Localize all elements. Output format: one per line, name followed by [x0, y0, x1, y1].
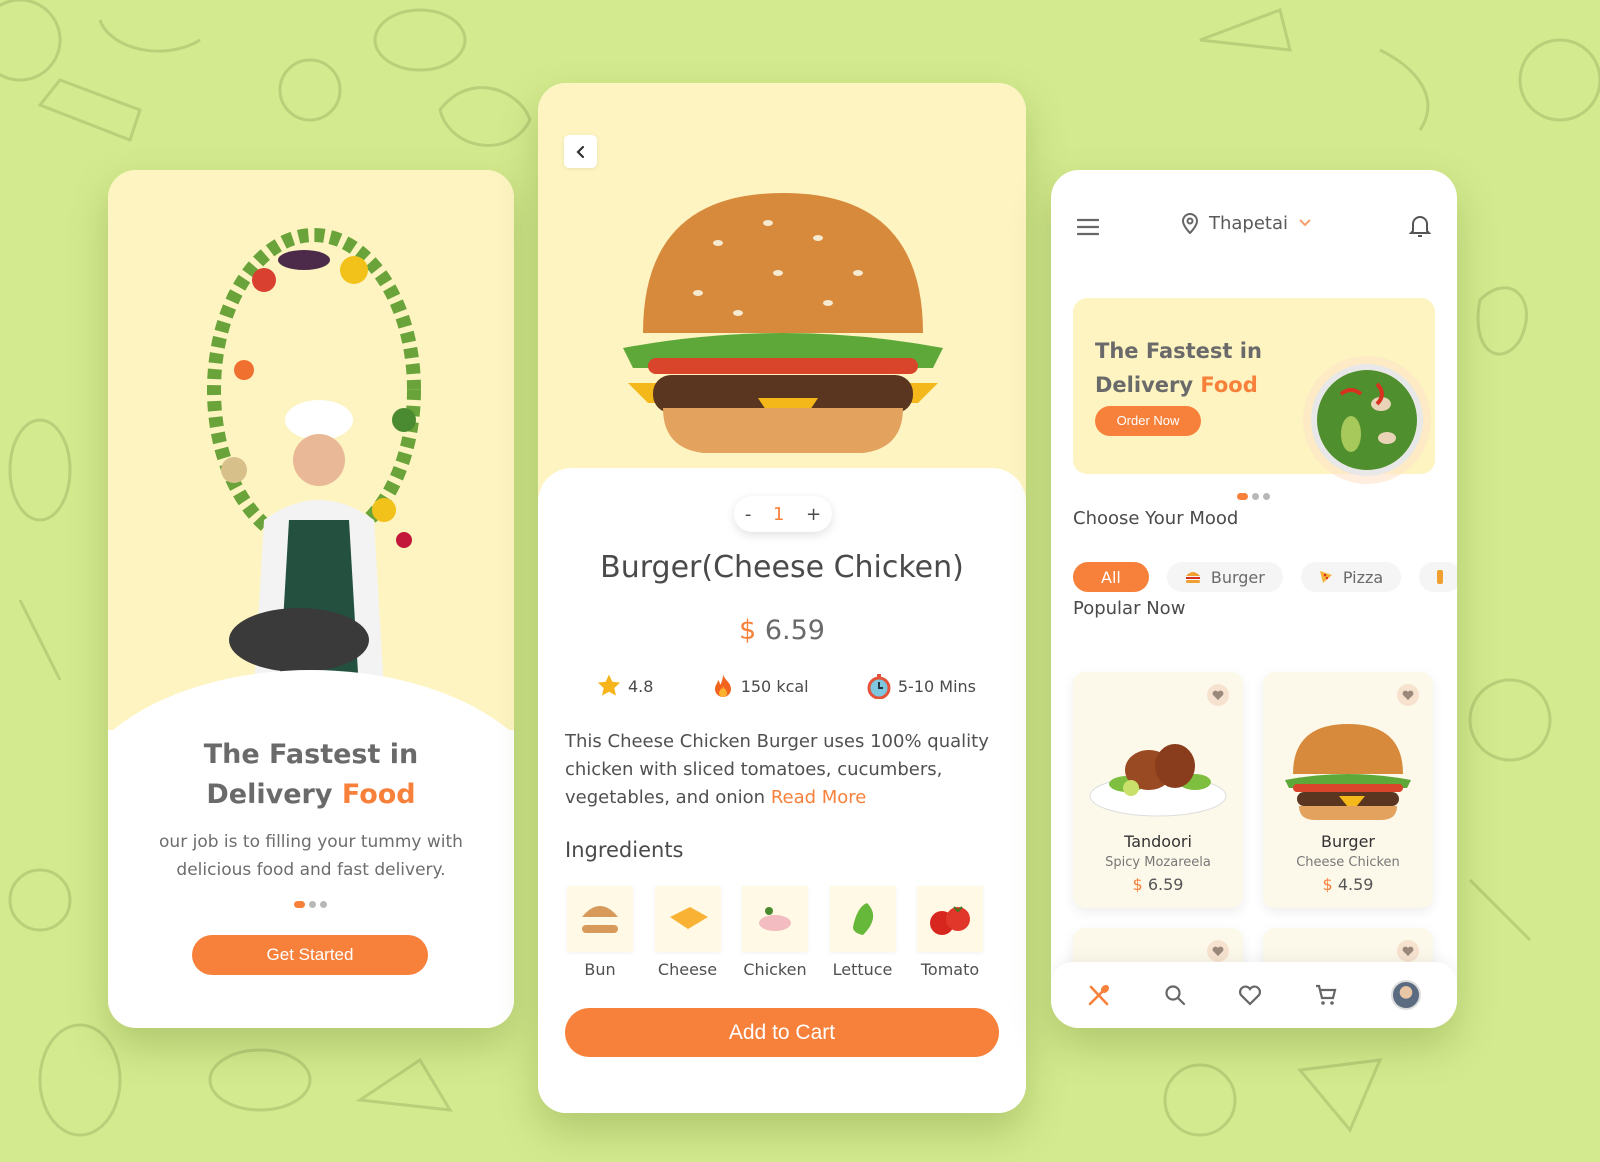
promo-banner[interactable]: The Fastest in Delivery Food Order Now	[1073, 298, 1435, 484]
product-hero	[538, 83, 1026, 503]
onboarding-subtitle: our job is to filling your tummy with de…	[159, 832, 463, 880]
ingredients-list: Bun Cheese Chicken Lettuce Tomato	[565, 886, 985, 979]
location-selector[interactable]: Thapetai	[1181, 212, 1312, 234]
banner-title: The Fastest in Delivery Food	[1095, 339, 1262, 397]
salad-bowl-image	[1303, 356, 1431, 484]
product-detail-screen: - 1 + Burger(Cheese Chicken) $ 6.59 4.8 …	[538, 83, 1026, 1113]
ingredient-item[interactable]: Cheese	[653, 886, 723, 979]
hamburger-menu-icon[interactable]	[1077, 218, 1099, 236]
heart-icon	[1402, 690, 1414, 700]
food-price: $ 6.59	[1132, 875, 1184, 894]
quantity-stepper[interactable]: - 1 +	[734, 496, 832, 532]
rating-stat: 4.8	[596, 673, 653, 699]
location-label: Thapetai	[1209, 212, 1289, 234]
ingredient-item[interactable]: Tomato	[915, 886, 985, 979]
banner-dot[interactable]	[1263, 493, 1270, 500]
calories-stat: 150 kcal	[711, 673, 809, 699]
location-pin-icon	[1181, 213, 1199, 234]
avatar[interactable]	[1390, 980, 1421, 1010]
popular-heading: Popular Now	[1073, 598, 1186, 619]
category-chip-pizza[interactable]: Pizza	[1300, 562, 1402, 592]
notification-bell-icon[interactable]	[1409, 214, 1431, 238]
burger-thumb-image	[1285, 724, 1411, 820]
product-price: $ 6.59	[739, 615, 825, 646]
increase-button[interactable]: +	[806, 504, 821, 525]
category-chip-burger[interactable]: Burger	[1166, 562, 1283, 592]
food-name: Tandoori	[1124, 832, 1192, 851]
banner-dot[interactable]	[1252, 493, 1259, 500]
page-dot-active[interactable]	[294, 901, 305, 908]
cart-icon[interactable]	[1314, 983, 1338, 1007]
quantity-value: 1	[772, 503, 785, 525]
heart-icon	[1212, 690, 1224, 700]
ingredient-item[interactable]: Lettuce	[828, 886, 898, 979]
tandoori-image	[1089, 744, 1227, 817]
page-indicator	[294, 901, 327, 908]
page-dot[interactable]	[309, 901, 316, 908]
stopwatch-icon	[867, 674, 891, 699]
bun-icon	[582, 906, 618, 933]
chicken-icon	[759, 907, 791, 931]
favorite-button[interactable]	[1207, 684, 1229, 706]
heart-icon[interactable]	[1238, 984, 1262, 1006]
back-button[interactable]	[564, 135, 597, 168]
favorite-button[interactable]	[1397, 684, 1419, 706]
product-info-panel: - 1 + Burger(Cheese Chicken) $ 6.59 4.8 …	[538, 468, 1026, 1113]
get-started-button[interactable]: Get Started	[192, 935, 428, 975]
ingredients-heading: Ingredients	[565, 838, 684, 862]
onboarding-hero	[108, 170, 514, 730]
chevron-left-icon	[575, 145, 584, 158]
favorite-button[interactable]	[1207, 940, 1229, 962]
product-description: This Cheese Chicken Burger uses 100% qua…	[565, 731, 989, 808]
food-price: $ 4.59	[1322, 875, 1374, 894]
chef-juggling-vegetables-image	[207, 228, 421, 690]
food-desc: Cheese Chicken	[1296, 855, 1400, 870]
food-card[interactable]: Burger Cheese Chicken $ 4.59	[1263, 672, 1433, 908]
product-title: Burger(Cheese Chicken)	[600, 550, 964, 585]
page-dot[interactable]	[320, 901, 327, 908]
popular-items-grid: Tandoori Spicy Mozareela $ 6.59 Burger C…	[1073, 672, 1433, 988]
decrease-button[interactable]: -	[745, 504, 752, 525]
delivery-time-stat: 5-10 Mins	[866, 673, 976, 699]
category-chip-more[interactable]	[1419, 562, 1457, 592]
fire-icon	[714, 674, 731, 697]
order-now-button[interactable]: Order Now	[1095, 406, 1201, 436]
product-stats: 4.8 150 kcal 5-10 Mins	[596, 673, 976, 699]
home-screen: Thapetai The Fastest in Delivery Food Or…	[1051, 170, 1457, 1028]
food-desc: Spicy Mozareela	[1105, 855, 1211, 870]
pizza-icon	[1319, 571, 1332, 583]
heart-icon	[1402, 946, 1414, 956]
drink-icon	[1437, 570, 1444, 584]
onboarding-title: The Fastest in Delivery Food	[203, 739, 419, 810]
lettuce-icon	[852, 903, 873, 935]
read-more-link[interactable]: Read More	[771, 787, 867, 808]
burger-image	[623, 193, 943, 453]
category-chips: All Burger Pizza	[1073, 562, 1457, 592]
bottom-tab-bar	[1051, 962, 1457, 1028]
food-name: Burger	[1321, 832, 1375, 851]
favorite-button[interactable]	[1397, 940, 1419, 962]
chevron-down-icon	[1299, 219, 1311, 227]
cheese-icon	[669, 907, 708, 929]
food-card[interactable]: Tandoori Spicy Mozareela $ 6.59	[1073, 672, 1243, 908]
fork-spoon-icon[interactable]	[1087, 983, 1111, 1007]
tomato-icon	[930, 906, 970, 935]
star-icon	[597, 674, 621, 696]
category-chip-all[interactable]: All	[1073, 562, 1149, 592]
search-icon[interactable]	[1164, 984, 1186, 1006]
add-to-cart-button[interactable]: Add to Cart	[565, 1008, 999, 1057]
banner-dot-active[interactable]	[1237, 493, 1248, 500]
heart-icon	[1212, 946, 1224, 956]
ingredient-item[interactable]: Bun	[565, 886, 635, 979]
top-bar: Thapetai	[1051, 212, 1457, 242]
burger-icon	[1185, 572, 1200, 583]
banner-indicator	[1237, 493, 1270, 500]
ingredient-item[interactable]: Chicken	[740, 886, 810, 979]
mood-heading: Choose Your Mood	[1073, 508, 1239, 529]
onboarding-screen: The Fastest in Delivery Food our job is …	[108, 170, 514, 1028]
